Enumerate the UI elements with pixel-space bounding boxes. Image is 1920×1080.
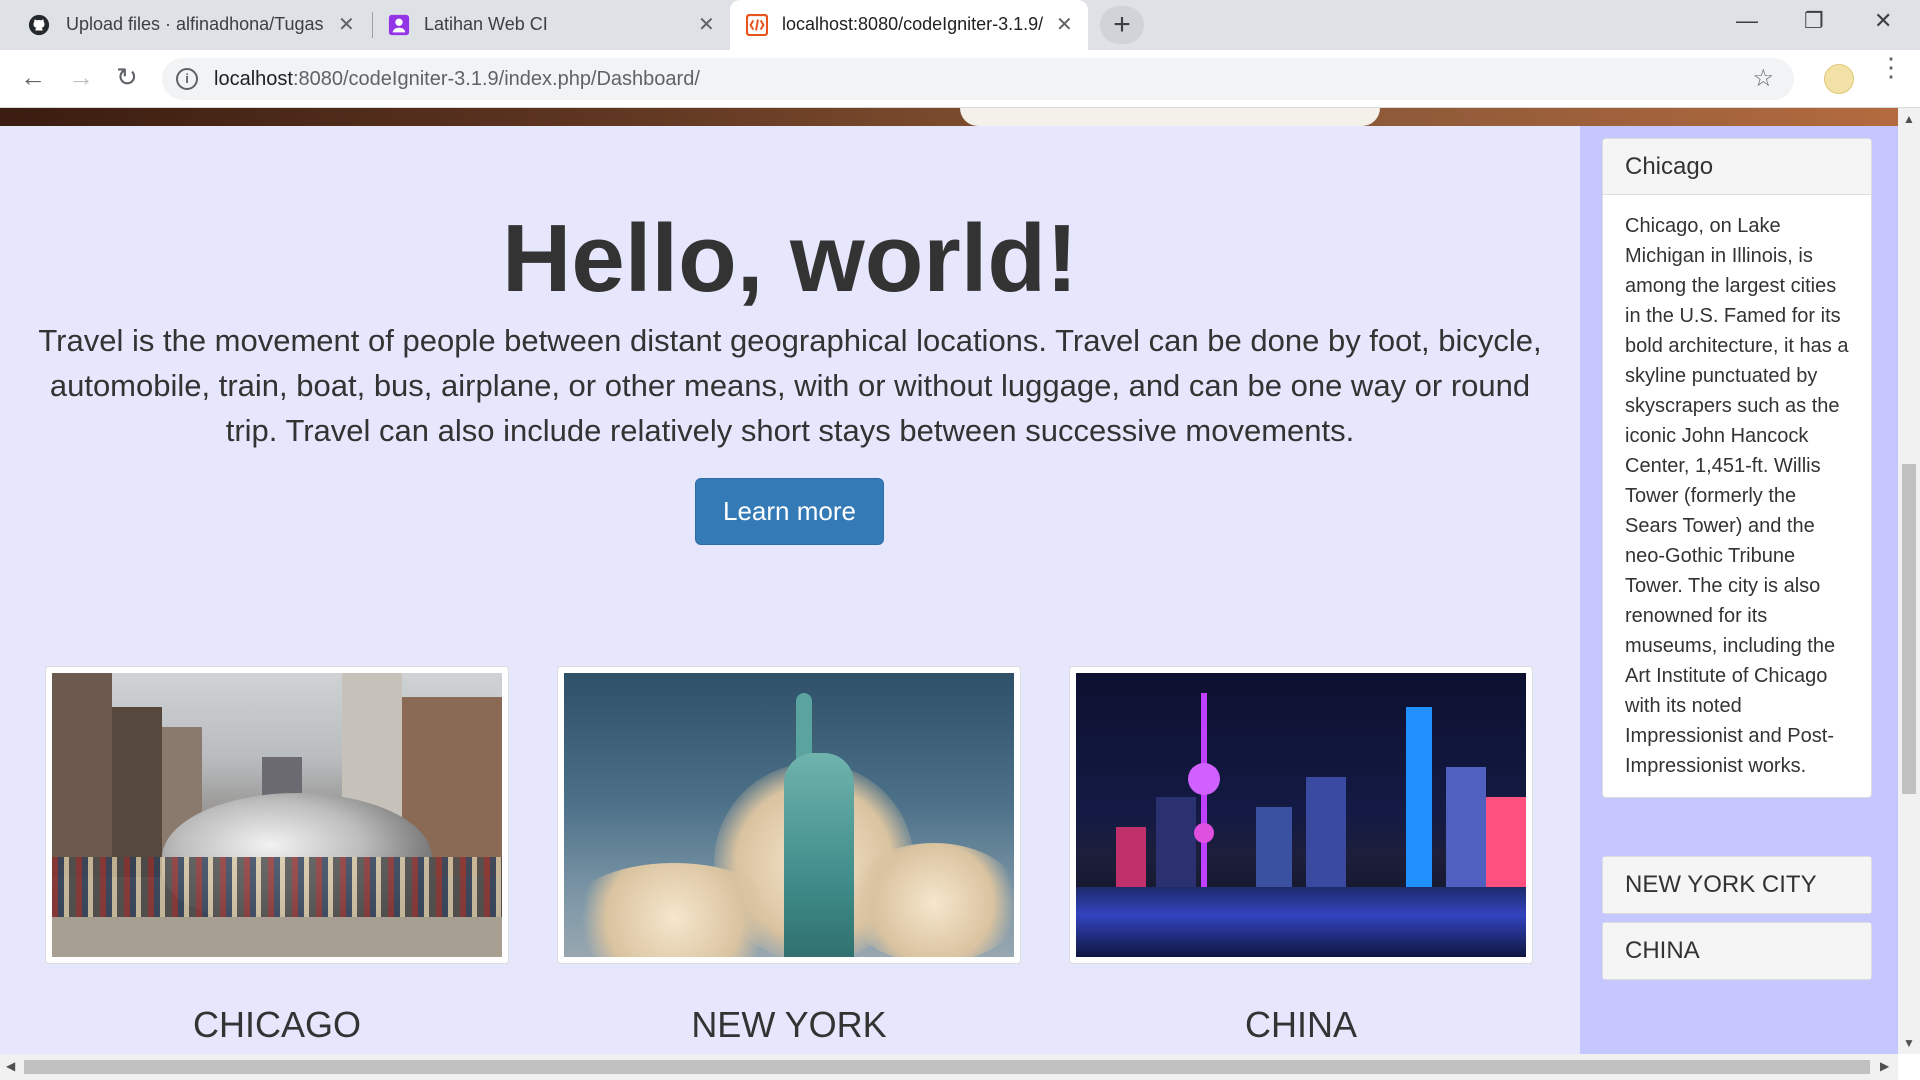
tab-github-upload[interactable]: Upload files · alfinadhona/Tugas ✕ (0, 0, 372, 50)
scrollbar-thumb[interactable] (24, 1060, 1870, 1074)
url-host: localhost (214, 68, 293, 90)
close-icon[interactable]: ✕ (1056, 12, 1073, 37)
thumbnail-caption: CHICAGO (192, 1004, 361, 1045)
sidebar: Chicago Chicago, on Lake Michigan in Ill… (1580, 126, 1898, 1054)
tab-title: Upload files · alfinadhona/Tugas (66, 14, 324, 34)
learn-more-button[interactable]: Learn more (695, 478, 884, 545)
bookmark-star-icon[interactable]: ☆ (1752, 64, 1774, 93)
header-image-strip (0, 108, 1898, 126)
thumbnail-chicago[interactable] (45, 666, 509, 964)
panel-china[interactable]: CHINA (1602, 922, 1872, 980)
thumbnail-china[interactable] (1069, 666, 1533, 964)
page-viewport: Hello, world! Travel is the movement of … (0, 108, 1898, 1054)
jumbotron-lead: Travel is the movement of people between… (38, 323, 1542, 448)
close-icon[interactable]: ✕ (698, 12, 715, 37)
panel-heading[interactable]: Chicago (1603, 139, 1871, 195)
panel-heading[interactable]: NEW YORK CITY (1603, 857, 1871, 913)
chicago-photo (52, 673, 502, 957)
browser-menu-icon[interactable]: ⋮ (1878, 54, 1904, 80)
profile-avatar[interactable] (1824, 64, 1854, 94)
scrollbar-thumb[interactable] (1902, 464, 1916, 794)
statue-of-liberty-photo (564, 673, 1014, 957)
info-icon[interactable]: i (176, 68, 198, 90)
plate-graphic (960, 108, 1380, 126)
codeigniter-icon (746, 14, 768, 36)
forward-button[interactable]: → (68, 62, 94, 93)
address-bar[interactable]: i localhost:8080/codeIgniter-3.1.9/index… (162, 58, 1794, 100)
vertical-scrollbar[interactable]: ▲ ▼ (1898, 108, 1920, 1054)
plus-icon: + (1113, 8, 1131, 41)
scroll-right-icon[interactable]: ▶ (1880, 1059, 1889, 1073)
profile-icon (388, 14, 410, 36)
tab-title: Latihan Web CI (424, 14, 548, 34)
browser-toolbar: ← → ↻ i localhost:8080/codeIgniter-3.1.9… (0, 50, 1920, 108)
tab-latihan-web-ci[interactable]: Latihan Web CI ✕ (372, 0, 730, 50)
horizontal-scrollbar[interactable]: ◀ ▶ (0, 1054, 1898, 1080)
thumbnail-new-york[interactable] (557, 666, 1021, 964)
tab-localhost-dashboard[interactable]: localhost:8080/codeIgniter-3.1.9/ ✕ (730, 0, 1088, 50)
close-icon[interactable]: ✕ (338, 12, 355, 37)
scroll-up-icon[interactable]: ▲ (1903, 112, 1915, 126)
scroll-down-icon[interactable]: ▼ (1903, 1036, 1915, 1050)
thumbnail-caption: NEW YORK (691, 1004, 887, 1045)
github-icon (28, 14, 50, 36)
reload-button[interactable]: ↻ (116, 62, 138, 93)
url-path: :8080/codeIgniter-3.1.9/index.php/Dashbo… (292, 68, 700, 90)
thumbnail-caption: CHINA (1244, 1004, 1357, 1045)
panel-chicago: Chicago Chicago, on Lake Michigan in Ill… (1602, 138, 1872, 798)
scroll-left-icon[interactable]: ◀ (6, 1059, 15, 1073)
panel-heading[interactable]: CHINA (1603, 923, 1871, 979)
new-tab-button[interactable]: + (1100, 6, 1144, 44)
jumbotron-title: Hello, world! (502, 205, 1078, 312)
url-text[interactable]: localhost:8080/codeIgniter-3.1.9/index.p… (214, 68, 700, 91)
minimize-button[interactable]: — (1736, 8, 1758, 34)
tab-title: localhost:8080/codeIgniter-3.1.9/ (782, 14, 1044, 34)
panel-body: Chicago, on Lake Michigan in Illinois, i… (1625, 215, 1849, 777)
panel-new-york-city[interactable]: NEW YORK CITY (1602, 856, 1872, 914)
back-button[interactable]: ← (20, 62, 46, 93)
main-content: Hello, world! Travel is the movement of … (0, 126, 1580, 1054)
window-close-button[interactable]: ✕ (1874, 8, 1892, 34)
shanghai-skyline-photo (1076, 673, 1526, 957)
tab-strip: Upload files · alfinadhona/Tugas ✕ Latih… (0, 0, 1920, 50)
restore-button[interactable]: ❐ (1804, 8, 1824, 34)
